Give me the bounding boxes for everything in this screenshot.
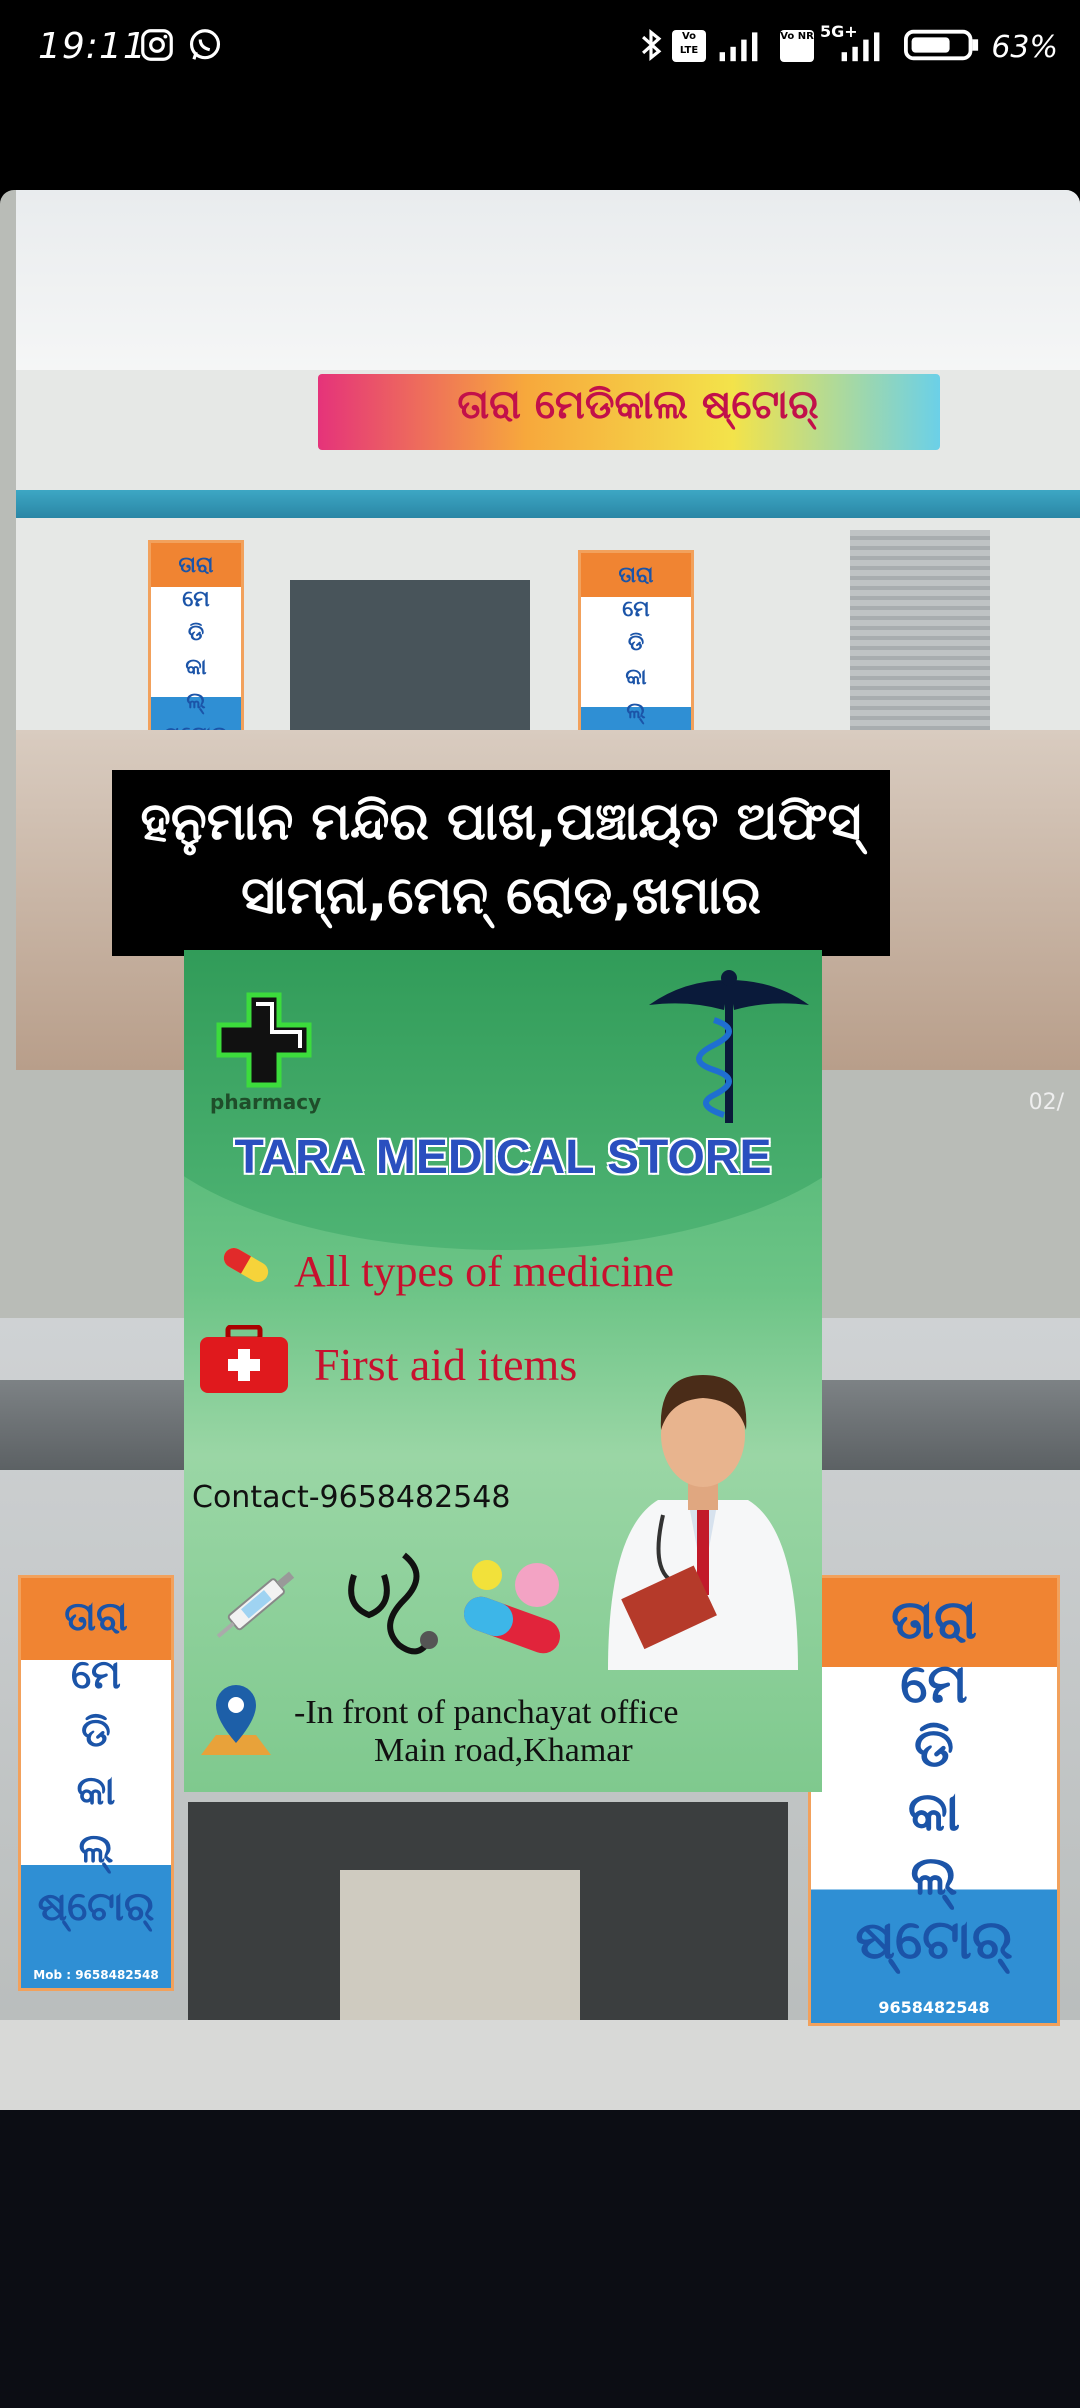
shared-photo[interactable]: ତାରା ମେଡିକାଲ ଷ୍ଟୋର୍ ତାରା ମେ ଡି କା ଲ୍ ଷ୍ଟ… — [0, 190, 1080, 2110]
lower-floor — [0, 2020, 1080, 2110]
poster-address-line-1: -In front of panchayat office — [294, 1694, 679, 1731]
location-pin-icon — [201, 1685, 271, 1755]
address-line-2: ସାମ୍ନା,ମେନ୍ ରୋଡ,ଖମାର — [241, 866, 761, 926]
whatsapp-icon — [189, 29, 221, 60]
feature-medicine: All types of medicine — [294, 1247, 675, 1296]
bluetooth-icon — [642, 29, 662, 61]
capsule-icon — [223, 1248, 269, 1282]
store-title: TARA MEDICAL STORE — [234, 1131, 772, 1184]
vonr-icon: Vo NR — [780, 30, 814, 62]
vertical-banner-text: ତାରା ମେ ଡି କା ଲ୍ ଷ୍ଟୋର୍ — [37, 1594, 155, 1930]
shop-sign-banner: ତାରା ମେଡିକାଲ ଷ୍ଟୋର୍ — [318, 374, 940, 450]
sky — [16, 190, 1080, 370]
banner-mobile-number: 9658482548 — [878, 1998, 990, 2017]
watermark-text: 02/ — [1028, 1090, 1064, 1115]
pills-icon — [463, 1560, 561, 1654]
feature-first-aid: First aid items — [314, 1339, 578, 1390]
address-line-1: ହନୁମାନ ମନ୍ଦିର ପାଖ,ପଞ୍ଚାୟତ ଅଫିସ୍ — [140, 792, 862, 852]
poster-address-line-2: Main road,Khamar — [374, 1732, 633, 1769]
vertical-banner-bottom-right: ତାରା ମେ ଡି କା ଲ୍ ଷ୍ଟୋର୍ 9658482548 — [808, 1575, 1060, 2026]
signal-icon-2 — [841, 32, 880, 62]
signal-icon — [719, 32, 758, 62]
instagram-icon — [141, 29, 173, 61]
vertical-banner-bottom-left: ତାରା ମେ ଡି କା ଲ୍ ଷ୍ଟୋର୍ Mob : 9658482548 — [18, 1575, 174, 1991]
clock: 19:11 — [38, 26, 147, 67]
vertical-banner-text: ତାରା ମେ ଡି କା ଲ୍ ଷ୍ଟୋର୍ — [855, 1588, 1013, 1971]
pharmacy-label: pharmacy — [210, 1090, 322, 1114]
pharmacy-cross-icon — [216, 992, 312, 1088]
shop-counter — [340, 1870, 580, 2020]
contact-number: Contact-9658482548 — [192, 1480, 511, 1515]
address-banner: ହନୁମାନ ମନ୍ଦିର ପାଖ,ପଞ୍ଚାୟତ ଅଫିସ୍ ସାମ୍ନା,ମ… — [112, 770, 890, 956]
volte-icon: Vo LTE — [672, 30, 706, 62]
status-bar: 19:11 Vo LTE Vo NR 5G+ 63% — [0, 0, 1080, 100]
syringe-icon — [216, 1571, 295, 1638]
tin-roof — [16, 490, 1080, 518]
battery-percentage: 63% — [991, 30, 1058, 65]
viewer-background — [0, 2110, 1080, 2408]
medical-store-poster: pharmacy TARA MEDICAL STORE All types of… — [184, 950, 822, 1792]
vertical-banner-text: ତାରା ମେ ଡି କା ଲ୍ ଷ୍ଟୋର୍ — [164, 553, 228, 748]
doctor-figure — [608, 1375, 798, 1670]
battery-icon — [904, 29, 979, 61]
shop-sign-text: ତାରା ମେଡିକାଲ ଷ୍ଟୋର୍ — [457, 382, 819, 428]
stethoscope-icon — [348, 1552, 438, 1655]
banner-mobile-number: Mob : 9658482548 — [33, 1968, 159, 1982]
caduceus-icon — [649, 970, 809, 1123]
first-aid-kit-icon — [200, 1325, 288, 1393]
